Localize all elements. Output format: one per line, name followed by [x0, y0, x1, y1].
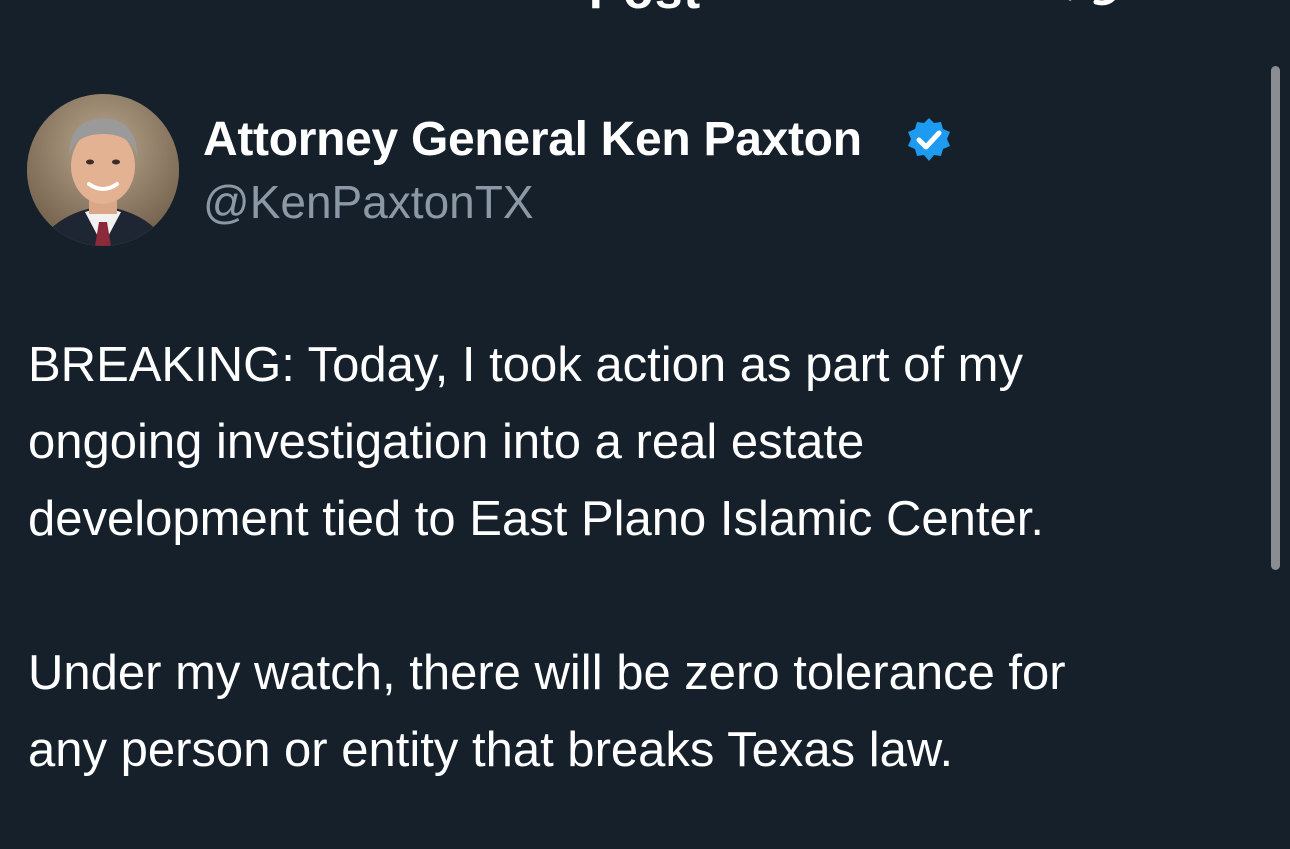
- author-handle[interactable]: @KenPaxtonTX: [203, 175, 534, 229]
- post-text-line: BREAKING: Today, I took action as part o…: [28, 338, 1023, 392]
- top-navigation-bar: Post: [0, 0, 1290, 40]
- refresh-icon[interactable]: [1060, 0, 1130, 24]
- post-text-line: ongoing investigation into a real estate: [28, 415, 865, 469]
- scrollbar[interactable]: [1271, 66, 1280, 570]
- post-text-line: any person or entity that breaks Texas l…: [28, 723, 954, 777]
- post-paragraph: Under my watch, there will be zero toler…: [28, 635, 1258, 789]
- post-text-line: development tied to East Plano Islamic C…: [28, 492, 1044, 546]
- avatar[interactable]: [27, 94, 179, 246]
- verified-badge-icon: [908, 118, 950, 161]
- post-text-line: Under my watch, there will be zero toler…: [28, 646, 1066, 700]
- post-paragraph: BREAKING: Today, I took action as part o…: [28, 327, 1258, 558]
- author-name[interactable]: Attorney General Ken Paxton: [203, 112, 862, 168]
